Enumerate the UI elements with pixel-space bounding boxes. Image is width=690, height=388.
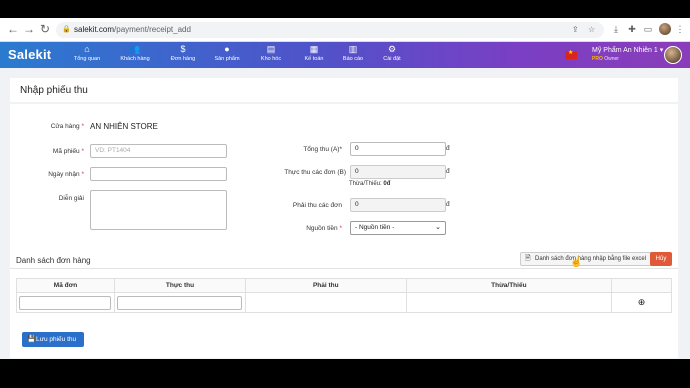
diff-note: Thừa/Thiếu: 0đ: [349, 181, 391, 187]
reload-icon[interactable]: ↻: [38, 22, 52, 36]
address-bar[interactable]: 🔒 salekit.com/payment/receipt_add ⇪ ☆: [56, 22, 604, 38]
lock-icon: 🔒: [62, 26, 71, 33]
order-code-input[interactable]: [19, 295, 112, 310]
actual-amount-input[interactable]: [117, 295, 243, 310]
receipt-code-input[interactable]: VD: PT1404: [90, 144, 227, 158]
due-cell: [244, 292, 407, 313]
receipt-code-label: Mã phiếu *: [52, 148, 84, 155]
action-cell: ⊕: [611, 292, 672, 313]
order-code-cell: [16, 292, 115, 313]
logo[interactable]: Salekit: [8, 47, 51, 62]
save-icon: 💾: [27, 336, 36, 343]
chart-icon: ▥: [348, 44, 358, 54]
cancel-button[interactable]: Hủy: [650, 252, 672, 266]
user-name[interactable]: Mỹ Phẩm An Nhiên 1 ▾: [592, 46, 663, 54]
profile-avatar[interactable]: [659, 23, 671, 35]
download-icon[interactable]: ⤓: [610, 23, 622, 35]
back-icon[interactable]: ←: [6, 22, 20, 36]
star-icon[interactable]: ☆: [588, 22, 595, 38]
menu-item-reports[interactable]: ▥ Báo cáo: [340, 44, 366, 63]
page-title: Nhập phiếu thu: [20, 85, 88, 96]
store-label: Cửa hàng *: [50, 123, 84, 130]
menu-item-settings[interactable]: ⚙ Cài đặt: [380, 44, 404, 63]
due-input: 0: [350, 198, 446, 212]
table-row: ⊕: [16, 292, 672, 313]
forward-icon[interactable]: →: [22, 22, 36, 36]
vietnam-flag-icon[interactable]: [565, 49, 577, 59]
actual-cell: [113, 292, 246, 313]
column-header: Thừa/Thiếu: [405, 278, 613, 293]
app-header: Salekit ⌂ Tổng quan 👥 Khách hàng $ Đơn h…: [0, 42, 690, 68]
column-header-actions: [611, 278, 672, 293]
url-path: /payment/receipt_add: [114, 25, 191, 34]
menu-item-orders[interactable]: $ Đơn hàng: [168, 44, 198, 63]
add-row-icon[interactable]: ⊕: [638, 297, 646, 307]
warehouse-icon: ▤: [266, 44, 276, 54]
date-label: Ngày nhận *: [48, 171, 84, 178]
url-host: salekit.com: [74, 25, 115, 34]
orders-table: Mã đơn Thực thu Phải thu Thừa/Thiếu ⊕: [16, 278, 672, 313]
column-header: Thực thu: [113, 278, 246, 293]
actual-label: Thực thu các đơn (B): [284, 169, 346, 176]
menu-item-warehouse[interactable]: ▤ Kho hóc: [256, 44, 286, 63]
pro-badge: PRO: [592, 56, 603, 62]
browser-toolbar: ← → ↻ 🔒 salekit.com/payment/receipt_add …: [0, 18, 690, 42]
file-icon: 🗎: [525, 255, 531, 262]
table-header-row: Mã đơn Thực thu Phải thu Thừa/Thiếu: [16, 278, 672, 293]
page-title-bar: Nhập phiếu thu: [10, 78, 678, 102]
extensions-icon[interactable]: ✚: [626, 23, 638, 35]
source-select[interactable]: - Nguồn tiền - ⌄: [350, 221, 446, 235]
accounting-icon: ▦: [309, 44, 319, 54]
main-content: Nhập phiếu thu Cửa hàng * AN NHIÊN STORE…: [0, 68, 690, 359]
date-input[interactable]: [90, 167, 227, 181]
store-value: AN NHIÊN STORE: [90, 122, 158, 131]
sidebar-icon[interactable]: ▭: [642, 23, 654, 35]
dollar-icon: $: [180, 44, 186, 54]
receipt-form: Cửa hàng * AN NHIÊN STORE Mã phiếu * VD:…: [10, 104, 678, 358]
share-icon[interactable]: ⇪: [572, 22, 579, 38]
menu-item-accounting[interactable]: ▦ Kế toán: [300, 44, 328, 63]
user-avatar[interactable]: [664, 46, 682, 64]
note-label: Diễn giải: [58, 195, 84, 202]
divider: [10, 268, 678, 269]
note-textarea[interactable]: [90, 190, 227, 230]
users-icon: 👥: [129, 44, 141, 54]
gear-icon: ⚙: [387, 44, 397, 54]
hand-cursor-icon: ☝: [570, 257, 583, 268]
source-label: Nguồn tiền *: [306, 225, 342, 232]
due-currency: đ: [446, 201, 450, 208]
home-icon: ⌂: [84, 44, 90, 54]
menu-item-overview[interactable]: ⌂ Tổng quan: [72, 44, 102, 63]
diff-cell: [405, 292, 613, 313]
more-icon[interactable]: ⋮: [674, 23, 686, 35]
menu-item-products[interactable]: ● Sản phẩm: [212, 44, 242, 63]
column-header: Phải thu: [244, 278, 407, 293]
save-receipt-button[interactable]: 💾 Lưu phiếu thu: [22, 332, 84, 347]
actual-input: 0: [350, 165, 446, 179]
chevron-down-icon: ⌄: [435, 224, 441, 231]
total-label: Tổng thu (A)*: [303, 146, 342, 153]
actual-currency: đ: [446, 168, 450, 175]
excel-import-button[interactable]: 🗎 Danh sách đơn hàng nhập bằng file exce…: [520, 252, 656, 266]
due-label: Phải thu các đơn: [292, 202, 342, 209]
menu-item-customers[interactable]: 👥 Khách hàng: [118, 44, 152, 63]
orders-section-title: Danh sách đơn hàng: [16, 256, 91, 265]
column-header: Mã đơn: [16, 278, 115, 293]
user-role: PRO Owner: [592, 56, 619, 62]
total-currency: đ: [446, 145, 450, 152]
product-icon: ●: [224, 44, 230, 54]
total-input[interactable]: 0: [350, 142, 446, 156]
